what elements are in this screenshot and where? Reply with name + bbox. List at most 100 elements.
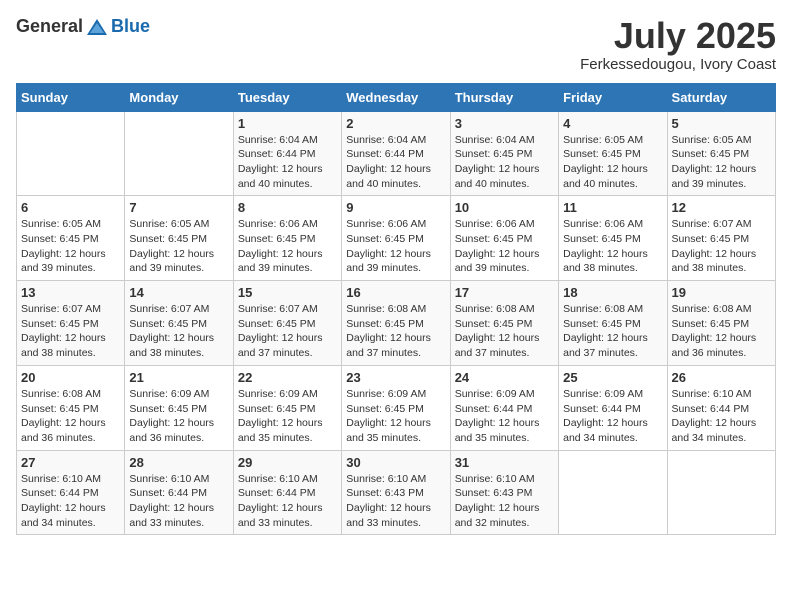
day-number: 29 bbox=[238, 455, 337, 470]
day-info: Sunrise: 6:05 AM Sunset: 6:45 PM Dayligh… bbox=[129, 217, 228, 276]
calendar-cell: 1Sunrise: 6:04 AM Sunset: 6:44 PM Daylig… bbox=[233, 111, 341, 196]
week-row-5: 27Sunrise: 6:10 AM Sunset: 6:44 PM Dayli… bbox=[17, 450, 776, 535]
day-info: Sunrise: 6:07 AM Sunset: 6:45 PM Dayligh… bbox=[238, 302, 337, 361]
day-number: 9 bbox=[346, 200, 445, 215]
day-number: 2 bbox=[346, 116, 445, 131]
calendar-cell: 26Sunrise: 6:10 AM Sunset: 6:44 PM Dayli… bbox=[667, 365, 775, 450]
title-block: July 2025 Ferkessedougou, Ivory Coast bbox=[580, 16, 776, 73]
calendar-cell: 18 Sunrise: 6:08 AM Sunset: 6:45 PM Dayli… bbox=[559, 281, 667, 366]
calendar-cell: 19 Sunrise: 6:08 AM Sunset: 6:45 PM Dayli… bbox=[667, 281, 775, 366]
day-info: Sunrise: 6:06 AM Sunset: 6:45 PM Dayligh… bbox=[238, 217, 337, 276]
calendar-cell: 25 Sunrise: 6:09 AM Sunset: 6:44 PM Dayli… bbox=[559, 365, 667, 450]
day-info: Sunrise: 6:08 AM Sunset: 6:45 PM Dayligh… bbox=[672, 302, 771, 361]
header-day-wednesday: Wednesday bbox=[342, 83, 450, 111]
calendar-cell: 7 Sunrise: 6:05 AM Sunset: 6:45 PM Daylig… bbox=[125, 196, 233, 281]
header-day-friday: Friday bbox=[559, 83, 667, 111]
calendar-cell bbox=[125, 111, 233, 196]
day-number: 1 bbox=[238, 116, 337, 131]
day-number: 14 bbox=[129, 285, 228, 300]
day-info: Sunrise: 6:05 AM Sunset: 6:45 PM Dayligh… bbox=[563, 133, 662, 192]
day-info: Sunrise: 6:07 AM Sunset: 6:45 PM Dayligh… bbox=[672, 217, 771, 276]
calendar-cell: 30 Sunrise: 6:10 AM Sunset: 6:43 PM Dayli… bbox=[342, 450, 450, 535]
day-number: 11 bbox=[563, 200, 662, 215]
calendar-cell: 31Sunrise: 6:10 AM Sunset: 6:43 PM Dayli… bbox=[450, 450, 558, 535]
day-number: 22 bbox=[238, 370, 337, 385]
calendar-cell: 20 Sunrise: 6:08 AM Sunset: 6:45 PM Dayli… bbox=[17, 365, 125, 450]
day-info: Sunrise: 6:10 AM Sunset: 6:44 PM Dayligh… bbox=[21, 472, 120, 531]
calendar-cell: 5Sunrise: 6:05 AM Sunset: 6:45 PM Daylig… bbox=[667, 111, 775, 196]
day-number: 10 bbox=[455, 200, 554, 215]
day-number: 20 bbox=[21, 370, 120, 385]
logo-general: General bbox=[16, 16, 83, 37]
day-info: Sunrise: 6:04 AM Sunset: 6:44 PM Dayligh… bbox=[346, 133, 445, 192]
calendar-cell: 15 Sunrise: 6:07 AM Sunset: 6:45 PM Dayli… bbox=[233, 281, 341, 366]
day-info: Sunrise: 6:09 AM Sunset: 6:45 PM Dayligh… bbox=[238, 387, 337, 446]
day-number: 19 bbox=[672, 285, 771, 300]
day-info: Sunrise: 6:10 AM Sunset: 6:43 PM Dayligh… bbox=[455, 472, 554, 531]
day-number: 24 bbox=[455, 370, 554, 385]
header-day-tuesday: Tuesday bbox=[233, 83, 341, 111]
header-day-thursday: Thursday bbox=[450, 83, 558, 111]
week-row-4: 20 Sunrise: 6:08 AM Sunset: 6:45 PM Dayli… bbox=[17, 365, 776, 450]
day-info: Sunrise: 6:08 AM Sunset: 6:45 PM Dayligh… bbox=[21, 387, 120, 446]
calendar-cell: 13 Sunrise: 6:07 AM Sunset: 6:45 PM Dayli… bbox=[17, 281, 125, 366]
week-row-2: 6 Sunrise: 6:05 AM Sunset: 6:45 PM Daylig… bbox=[17, 196, 776, 281]
location-subtitle: Ferkessedougou, Ivory Coast bbox=[580, 56, 776, 73]
day-number: 4 bbox=[563, 116, 662, 131]
day-info: Sunrise: 6:09 AM Sunset: 6:45 PM Dayligh… bbox=[346, 387, 445, 446]
day-number: 7 bbox=[129, 200, 228, 215]
calendar-table: SundayMondayTuesdayWednesdayThursdayFrid… bbox=[16, 83, 776, 536]
calendar-cell bbox=[559, 450, 667, 535]
header-day-monday: Monday bbox=[125, 83, 233, 111]
day-number: 17 bbox=[455, 285, 554, 300]
header-day-saturday: Saturday bbox=[667, 83, 775, 111]
calendar-body: 1 Sunrise: 6:04 AM Sunset: 6:44 PM Daylig… bbox=[17, 111, 776, 535]
day-number: 25 bbox=[563, 370, 662, 385]
logo-blue: Blue bbox=[111, 16, 150, 36]
calendar-cell: 27Sunrise: 6:10 AM Sunset: 6:44 PM Dayli… bbox=[17, 450, 125, 535]
calendar-cell: 11Sunrise: 6:06 AM Sunset: 6:45 PM Dayli… bbox=[559, 196, 667, 281]
day-info: Sunrise: 6:07 AM Sunset: 6:45 PM Dayligh… bbox=[21, 302, 120, 361]
calendar-cell: 9 Sunrise: 6:06 AM Sunset: 6:45 PM Daylig… bbox=[342, 196, 450, 281]
calendar-cell: 17 Sunrise: 6:08 AM Sunset: 6:45 PM Dayli… bbox=[450, 281, 558, 366]
day-info: Sunrise: 6:09 AM Sunset: 6:44 PM Dayligh… bbox=[563, 387, 662, 446]
day-number: 30 bbox=[346, 455, 445, 470]
day-info: Sunrise: 6:07 AM Sunset: 6:45 PM Dayligh… bbox=[129, 302, 228, 361]
day-number: 28 bbox=[129, 455, 228, 470]
calendar-cell bbox=[17, 111, 125, 196]
week-row-1: 1 Sunrise: 6:04 AM Sunset: 6:44 PM Daylig… bbox=[17, 111, 776, 196]
calendar-cell: 12 Sunrise: 6:07 AM Sunset: 6:45 PM Dayli… bbox=[667, 196, 775, 281]
calendar-header: SundayMondayTuesdayWednesdayThursdayFrid… bbox=[17, 83, 776, 111]
day-info: Sunrise: 6:09 AM Sunset: 6:44 PM Dayligh… bbox=[455, 387, 554, 446]
day-info: Sunrise: 6:06 AM Sunset: 6:45 PM Dayligh… bbox=[455, 217, 554, 276]
day-number: 18 bbox=[563, 285, 662, 300]
calendar-cell: 4 Sunrise: 6:05 AM Sunset: 6:45 PM Daylig… bbox=[559, 111, 667, 196]
calendar-cell: 16 Sunrise: 6:08 AM Sunset: 6:45 PM Dayli… bbox=[342, 281, 450, 366]
calendar-cell: 10 Sunrise: 6:06 AM Sunset: 6:45 PM Dayli… bbox=[450, 196, 558, 281]
calendar-cell: 28Sunrise: 6:10 AM Sunset: 6:44 PM Dayli… bbox=[125, 450, 233, 535]
day-number: 16 bbox=[346, 285, 445, 300]
day-info: Sunrise: 6:08 AM Sunset: 6:45 PM Dayligh… bbox=[455, 302, 554, 361]
calendar-cell bbox=[667, 450, 775, 535]
calendar-cell: 6Sunrise: 6:05 AM Sunset: 6:45 PM Daylig… bbox=[17, 196, 125, 281]
calendar-cell: 3Sunrise: 6:04 AM Sunset: 6:45 PM Daylig… bbox=[450, 111, 558, 196]
day-number: 13 bbox=[21, 285, 120, 300]
day-info: Sunrise: 6:08 AM Sunset: 6:45 PM Dayligh… bbox=[346, 302, 445, 361]
header-row: SundayMondayTuesdayWednesdayThursdayFrid… bbox=[17, 83, 776, 111]
month-year-title: July 2025 bbox=[580, 16, 776, 56]
day-number: 15 bbox=[238, 285, 337, 300]
day-number: 12 bbox=[672, 200, 771, 215]
day-number: 23 bbox=[346, 370, 445, 385]
week-row-3: 13 Sunrise: 6:07 AM Sunset: 6:45 PM Dayli… bbox=[17, 281, 776, 366]
day-info: Sunrise: 6:10 AM Sunset: 6:43 PM Dayligh… bbox=[346, 472, 445, 531]
header-day-sunday: Sunday bbox=[17, 83, 125, 111]
day-info: Sunrise: 6:08 AM Sunset: 6:45 PM Dayligh… bbox=[563, 302, 662, 361]
day-info: Sunrise: 6:05 AM Sunset: 6:45 PM Dayligh… bbox=[672, 133, 771, 192]
calendar-cell: 23 Sunrise: 6:09 AM Sunset: 6:45 PM Dayli… bbox=[342, 365, 450, 450]
calendar-cell: 22 Sunrise: 6:09 AM Sunset: 6:45 PM Dayli… bbox=[233, 365, 341, 450]
day-info: Sunrise: 6:06 AM Sunset: 6:45 PM Dayligh… bbox=[346, 217, 445, 276]
calendar-cell: 24 Sunrise: 6:09 AM Sunset: 6:44 PM Dayli… bbox=[450, 365, 558, 450]
day-number: 8 bbox=[238, 200, 337, 215]
day-number: 6 bbox=[21, 200, 120, 215]
day-info: Sunrise: 6:09 AM Sunset: 6:45 PM Dayligh… bbox=[129, 387, 228, 446]
